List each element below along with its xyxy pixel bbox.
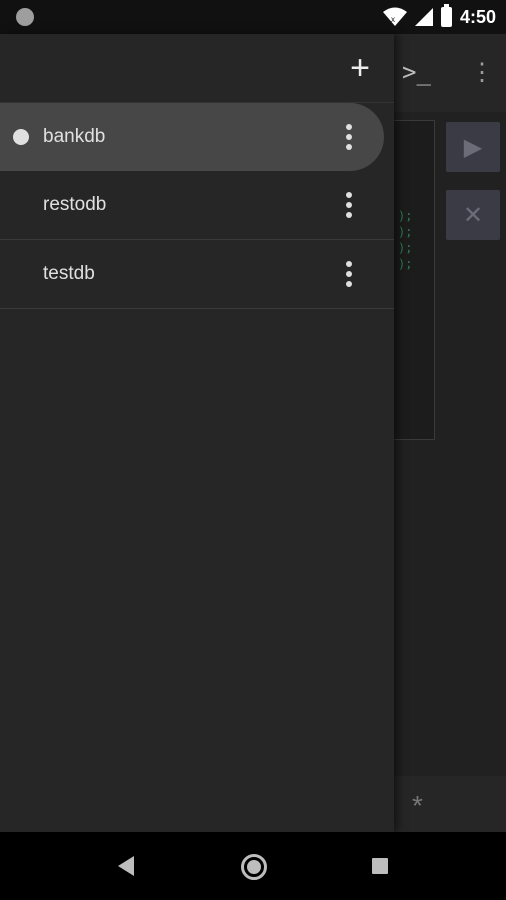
database-item-bankdb[interactable]: bankdb bbox=[0, 103, 384, 171]
signal-icon bbox=[414, 8, 433, 26]
drawer-header: + bbox=[0, 34, 394, 103]
code-snippet: ); ); ); ); bbox=[398, 209, 413, 271]
more-vert-icon bbox=[346, 261, 352, 267]
database-options-button[interactable] bbox=[337, 257, 361, 291]
add-database-button[interactable]: + bbox=[340, 48, 380, 88]
run-query-button[interactable]: ▶ bbox=[446, 122, 500, 172]
recents-icon[interactable] bbox=[372, 858, 388, 874]
battery-icon bbox=[440, 4, 452, 27]
asterisk-icon[interactable]: * bbox=[412, 790, 423, 822]
plus-icon: + bbox=[350, 48, 370, 87]
home-icon[interactable] bbox=[241, 854, 267, 880]
wifi-icon: x bbox=[382, 7, 407, 26]
overflow-menu-icon[interactable]: ⋮ bbox=[470, 58, 494, 87]
more-vert-icon bbox=[346, 124, 352, 130]
clear-query-button[interactable]: ✕ bbox=[446, 190, 500, 240]
notification-circle-icon bbox=[16, 8, 34, 26]
database-item-restodb[interactable]: restodb bbox=[0, 171, 394, 240]
clock: 4:50 bbox=[459, 6, 496, 27]
database-label: restodb bbox=[43, 194, 107, 215]
system-nav-bar bbox=[0, 832, 506, 900]
database-options-button[interactable] bbox=[337, 120, 361, 154]
more-vert-icon bbox=[346, 192, 352, 198]
close-icon: ✕ bbox=[462, 201, 484, 229]
database-item-testdb[interactable]: testdb bbox=[0, 240, 394, 309]
svg-text:x: x bbox=[391, 15, 395, 24]
status-bar-right: x 4:50 bbox=[382, 0, 496, 34]
sql-editor[interactable] bbox=[394, 120, 435, 440]
bottom-toolbar bbox=[394, 776, 506, 832]
back-icon[interactable] bbox=[118, 856, 134, 876]
active-indicator-icon bbox=[13, 129, 29, 145]
database-label: bankdb bbox=[43, 126, 106, 147]
database-drawer: + bankdb restodb testdb bbox=[0, 34, 394, 832]
database-options-button[interactable] bbox=[337, 188, 361, 222]
database-label: testdb bbox=[43, 263, 95, 284]
terminal-icon[interactable]: >_ bbox=[402, 58, 431, 86]
play-icon: ▶ bbox=[463, 133, 483, 161]
status-bar: x 4:50 bbox=[0, 0, 506, 34]
